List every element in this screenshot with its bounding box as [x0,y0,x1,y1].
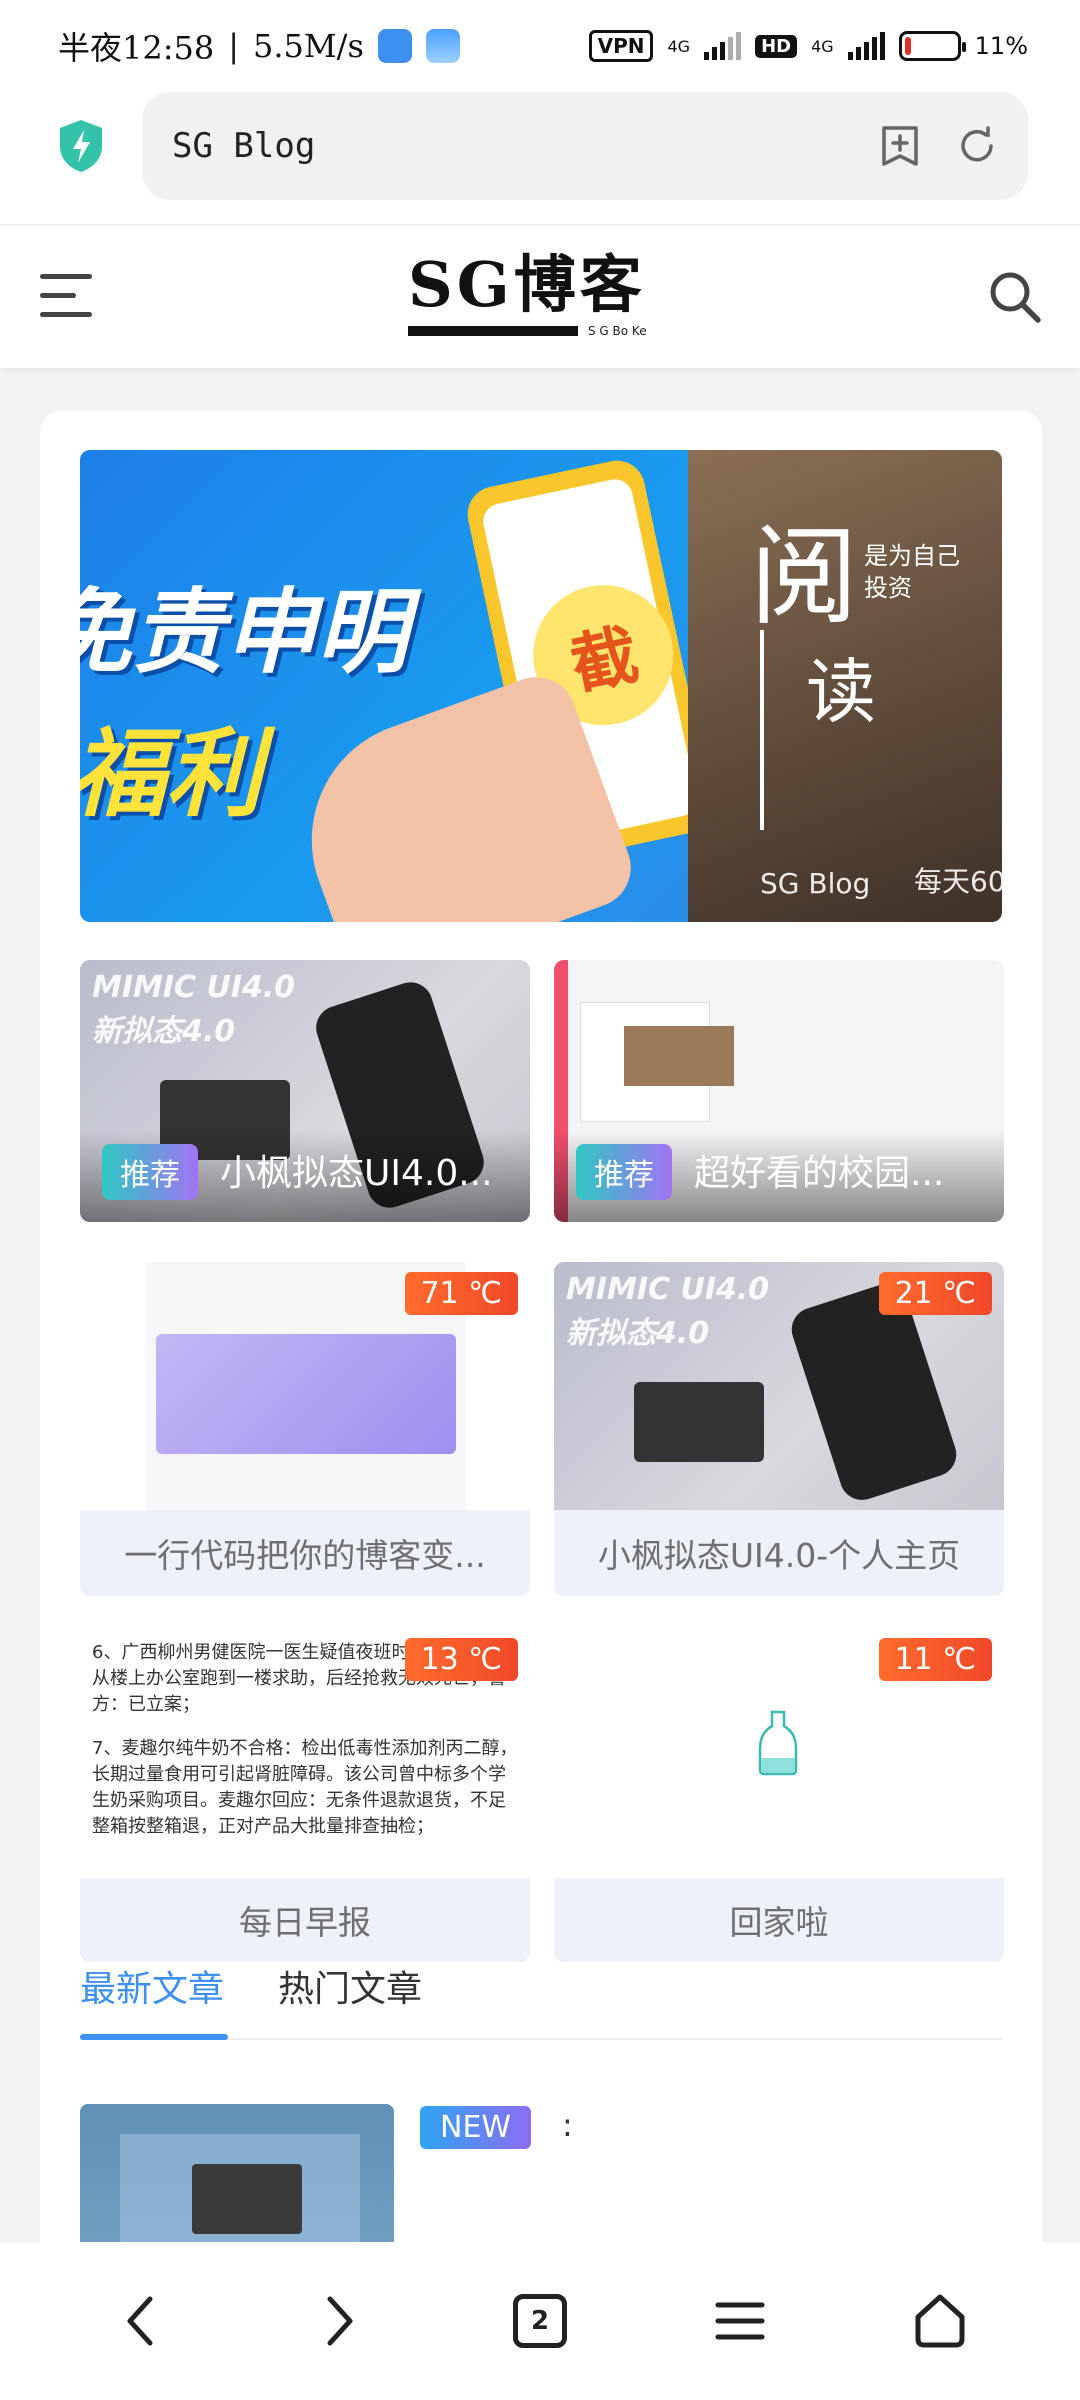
banner-subheadline: 福利 [80,718,262,830]
menu-icon [715,2302,765,2340]
menu-button[interactable] [695,2276,785,2366]
thumb-overlay-text: MIMIC UI4.0 新拟态4.0 [566,1272,770,1351]
post-card[interactable]: 11 ℃ 回家啦 [554,1628,1004,1962]
bottle-icon [758,1710,798,1776]
content-card: 免责申明 福利 截 阅 是为自己投资 读 SG Blog 每天60 MIMIC … [40,410,1042,2400]
banner-slide-reading[interactable]: 阅 是为自己 投资 读 SG Blog 每天60 [688,450,1002,922]
post-card[interactable]: 71 ℃ 一行代码把你的博客变... [80,1262,530,1596]
battery-icon [898,31,966,61]
post-caption: 一行代码把你的博客变... [124,1536,486,1575]
tabs-button[interactable]: 2 [495,2276,585,2366]
battery-percent: 11% [974,32,1028,60]
post-thumbnail [156,1334,456,1454]
network-speed: 5.5M/s [253,27,364,65]
status-bar: 半夜12:58 | 5.5M/s VPN 4G HD 4G 11% [0,0,1080,92]
temperature-badge: 71 ℃ [404,1272,518,1315]
tab-popular[interactable]: 热门文章 [278,1956,422,2038]
add-bookmark-icon[interactable] [880,124,920,168]
chevron-left-icon [127,2296,153,2346]
address-bar[interactable]: SG Blog [142,92,1028,200]
browser-bottom-nav: 2 [0,2242,1080,2400]
banner-headline: 免责申明 [80,579,409,686]
banner-slide-disclaimer[interactable]: 免责申明 福利 截 [80,450,688,922]
banner-reading-tagline: 是为自己 投资 [864,542,960,602]
back-button[interactable] [95,2276,185,2366]
recommend-tag: 推荐 [102,1144,198,1200]
banner-blog-name: SG Blog [760,867,871,900]
hd-badge: HD [755,34,798,58]
site-logo[interactable]: SG博客 S G Bo Ke [408,234,652,344]
banner-reading-char: 阅 [750,515,859,640]
post-caption: 回家啦 [554,1878,1004,1962]
search-icon[interactable] [986,268,1042,324]
home-icon [915,2294,965,2348]
banner-daily-text: 每天60 [914,865,1002,898]
monitor-illustration [192,2164,302,2234]
recommend-tag: 推荐 [576,1144,672,1200]
post-card[interactable]: MIMIC UI4.0 新拟态4.0 21 ℃ 小枫拟态UI4.0-个人主页 [554,1262,1004,1596]
post-caption: 每日早报 [80,1878,530,1962]
signal-icon [704,32,742,60]
thumb-overlay-text: MIMIC UI4.0 新拟态4.0 [92,970,296,1049]
temperature-badge: 13 ℃ [404,1638,518,1681]
separator: | [228,27,240,65]
logo-subtitle: S G Bo Ke [588,324,647,338]
tab-latest[interactable]: 最新文章 [80,1956,229,2040]
logo-text: SG博客 [408,248,646,321]
banner-carousel[interactable]: 免责申明 福利 截 阅 是为自己投资 读 SG Blog 每天60 [80,450,1002,922]
banner-divider [760,630,764,830]
post-card[interactable]: 6、广西柳州男健医院一医生疑值夜班时袭击，受伤后从楼上办公室跑到一楼求助，后经抢… [80,1628,530,1962]
menu-button[interactable] [40,274,92,320]
featured-post[interactable]: 推荐 超好看的校园... [554,960,1004,1222]
browser-toolbar: SG Blog [0,92,1080,224]
article-title[interactable]: : [562,2106,573,2144]
url-text[interactable]: SG Blog [172,126,315,166]
new-tag: NEW [420,2106,532,2149]
tab-count: 2 [513,2294,567,2348]
site-header: SG博客 S G Bo Ke [0,226,1080,368]
network-type-1: 4G [667,36,691,56]
refresh-icon[interactable] [956,125,998,167]
app-notification-icon [377,29,412,63]
signal-icon [847,32,885,60]
featured-post[interactable]: MIMIC UI4.0 新拟态4.0 推荐 小枫拟态UI4.0... [80,960,530,1222]
logo-underline [408,326,578,336]
network-type-2: 4G [811,36,834,56]
status-time: 半夜12:58 [58,29,215,67]
forward-button[interactable] [295,2276,385,2366]
temperature-badge: 21 ℃ [878,1272,992,1315]
temperature-badge: 11 ℃ [878,1638,992,1681]
home-button[interactable] [895,2276,985,2366]
article-tabs: 最新文章 热门文章 [80,1956,1002,2040]
featured-post-title: 小枫拟态UI4.0... [220,1153,493,1194]
menu-icon [40,274,92,279]
post-caption: 小枫拟态UI4.0-个人主页 [597,1536,961,1575]
featured-post-title: 超好看的校园... [694,1153,945,1194]
chevron-right-icon [327,2296,353,2346]
weather-app-icon [425,29,460,63]
vpn-badge: VPN [588,30,654,62]
shield-icon[interactable] [56,118,106,174]
person-photo [624,1026,734,1086]
banner-reading-char-2: 读 [806,651,876,733]
